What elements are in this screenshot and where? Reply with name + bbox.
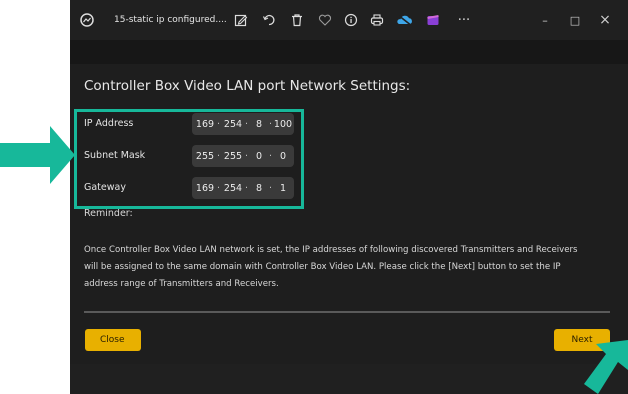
fields-highlight-box <box>74 109 304 209</box>
pointer-arrow-icon <box>0 126 75 184</box>
window-title: 15-static ip configured.... <box>114 15 227 25</box>
rotate-icon[interactable] <box>260 0 278 40</box>
close-button[interactable]: Close <box>85 329 141 351</box>
info-icon[interactable] <box>342 0 360 40</box>
title-bar: 15-static ip configured.... ··· – □ × <box>70 0 628 40</box>
more-icon[interactable]: ··· <box>452 0 476 40</box>
bottom-strip <box>70 364 628 394</box>
cloud-icon[interactable] <box>396 0 414 40</box>
message-line: address range of Transmitters and Receiv… <box>84 279 279 289</box>
reminder-message: Once Controller Box Video LAN network is… <box>84 242 619 293</box>
pointer-arrow-icon <box>584 340 628 394</box>
dialog-heading: Controller Box Video LAN port Network Se… <box>84 78 411 94</box>
minimize-button[interactable]: – <box>530 0 560 40</box>
message-line: Once Controller Box Video LAN network is… <box>84 245 578 255</box>
heart-icon[interactable] <box>316 0 334 40</box>
divider <box>84 311 610 313</box>
print-icon[interactable] <box>368 0 386 40</box>
close-window-button[interactable]: × <box>590 0 620 40</box>
maximize-button[interactable]: □ <box>560 0 590 40</box>
message-line: will be assigned to the same domain with… <box>84 262 561 272</box>
app-icon <box>78 0 96 40</box>
clipchamp-icon[interactable] <box>424 0 442 40</box>
delete-icon[interactable] <box>288 0 306 40</box>
reminder-label: Reminder: <box>84 208 133 219</box>
edit-icon[interactable] <box>232 0 250 40</box>
